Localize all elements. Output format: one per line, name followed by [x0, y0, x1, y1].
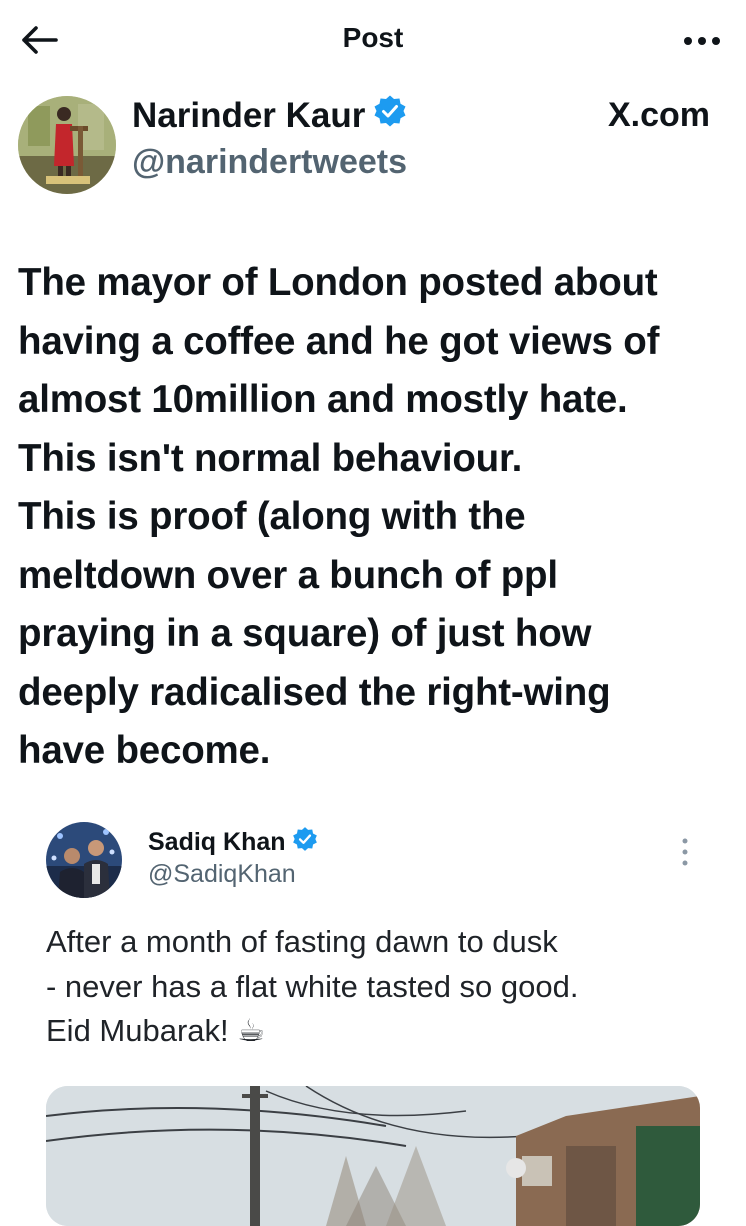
quoted-author-handle[interactable]: @SadiqKhan [148, 860, 296, 889]
top-bar: Post [0, 0, 746, 80]
author-name-text: Narinder Kaur [132, 95, 366, 135]
verified-badge-icon [292, 826, 318, 859]
source-label: X.com [607, 96, 710, 134]
avatar[interactable] [18, 96, 116, 194]
post-text: The mayor of London posted about having … [18, 261, 660, 772]
quoted-post-text: After a month of fasting dawn to dusk - … [46, 924, 579, 1048]
more-vertical-icon[interactable] [672, 834, 698, 870]
quoted-author-name-text: Sadiq Khan [148, 828, 286, 856]
quoted-post-image[interactable] [46, 1086, 700, 1226]
page-title: Post [342, 22, 404, 53]
quoted-avatar[interactable] [46, 822, 122, 898]
author-name[interactable]: Narinder Kaur [132, 94, 407, 137]
more-horizontal-icon[interactable] [680, 26, 724, 56]
verified-badge-icon [373, 94, 407, 137]
quoted-author-name[interactable]: Sadiq Khan [148, 826, 318, 859]
author-handle[interactable]: @narindertweets [132, 143, 407, 182]
